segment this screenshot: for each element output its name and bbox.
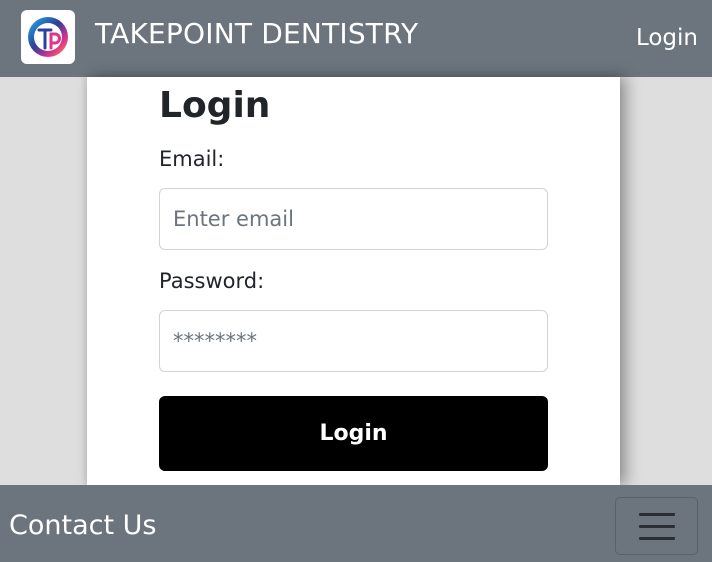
login-button[interactable]: Login [159,396,548,471]
email-field[interactable] [159,188,548,250]
menu-bar [638,512,675,516]
footer-bar: Contact Us [0,485,712,562]
page-title: Login [159,85,271,126]
password-label: Password: [159,269,265,293]
email-label: Email: [159,147,225,171]
password-field[interactable] [159,310,548,372]
brand-name[interactable]: TAKEPOINT DENTISTRY [95,17,418,50]
top-navbar: TAKEPOINT DENTISTRY Login [0,0,712,77]
hamburger-menu-icon[interactable] [615,497,698,555]
menu-bar [638,536,675,540]
menu-bar [638,524,675,528]
tp-logo-icon[interactable] [21,10,75,64]
contact-us-link[interactable]: Contact Us [9,510,156,541]
nav-login-link[interactable]: Login [636,25,698,51]
login-card: Login Email: Password: Login [87,77,620,485]
